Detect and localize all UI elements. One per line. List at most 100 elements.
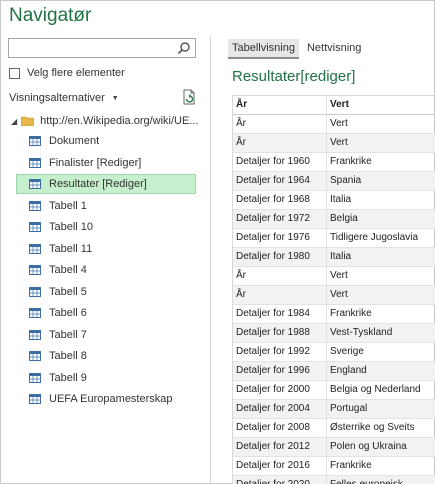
cell-year: År (233, 134, 327, 152)
cell-year: Detaljer for 2016 (233, 457, 327, 475)
search-icon[interactable] (177, 41, 191, 55)
cell-host: Italia (330, 194, 352, 205)
table-row: År Vert (233, 267, 435, 286)
search-box[interactable] (8, 38, 196, 58)
tree-item[interactable]: UEFA Europamesterskap (17, 389, 197, 409)
multi-select-checkbox[interactable] (9, 67, 20, 79)
cell-year: Detaljer for 1996 (233, 362, 327, 380)
table-icon (29, 329, 41, 340)
table-icon (29, 394, 41, 404)
cell-host: Vest-Tyskland (330, 327, 393, 338)
tree-root-label: http://en.Wikipedia.org/wiki/UE... (40, 115, 199, 127)
pane-splitter[interactable] (210, 37, 211, 483)
cell-host: Frankrike (330, 156, 372, 167)
table-row: År Vert (233, 286, 435, 305)
tree-item[interactable]: Tabell 11 (17, 239, 197, 259)
cell-year: Detaljer for 1988 (233, 324, 327, 342)
cell-host: Sverige (330, 346, 364, 357)
cell-year: Detaljer for 1968 (233, 191, 327, 209)
tree-item-label: Tabell 7 (49, 328, 87, 341)
cell-host: England (330, 365, 367, 376)
tree-item-label: Dokument (49, 135, 100, 147)
table-row: Detaljer for 2004 Portugal (233, 400, 435, 419)
cell-year: Detaljer for 2004 (233, 400, 327, 418)
tree-item[interactable]: Finalister [Rediger] (17, 153, 197, 173)
cell-host: Tidligere Jugoslavia (330, 232, 419, 243)
cell-host: Spania (330, 175, 362, 186)
tree-item-label: Tabell 8 (49, 350, 87, 362)
column-header-host[interactable]: Vert (327, 96, 435, 114)
cell-host: Belgia (330, 213, 358, 224)
cell-year: År (233, 286, 327, 304)
cell-year: Detaljer for 1984 (233, 305, 327, 323)
refresh-icon[interactable] (182, 89, 197, 105)
cell-host: Vert (330, 137, 348, 148)
tree-item-label: Tabell 11 (49, 242, 93, 255)
table-row: Detaljer for 2008 Østerrike og Sveits (233, 419, 435, 438)
tab-table-view[interactable]: Tabellvisning (228, 39, 299, 59)
view-options-dropdown[interactable]: Visningsalternativer ▼ (9, 92, 119, 104)
table-row: År Vert (233, 134, 435, 153)
cell-year: Detaljer for 2000 (233, 381, 327, 399)
table-row: Detaljer for 2000 Belgia og Nederland (233, 381, 435, 400)
window-title: Navigatør (9, 5, 92, 26)
tree-item-label: Tabell 10 (49, 221, 94, 233)
table-icon (29, 286, 41, 297)
chevron-down-icon: ▼ (111, 94, 119, 102)
cell-year: Detaljer for 2020 (233, 476, 327, 484)
table-header-row: År Vert (233, 96, 435, 115)
cell-host: Vert (330, 270, 348, 281)
table-icon (29, 265, 41, 275)
cell-year: Detaljer for 1960 (233, 153, 327, 171)
cell-year: År (233, 115, 327, 133)
table-icon (29, 222, 41, 232)
navigator-window: Navigatør Velg flere elementer Visningsa… (0, 0, 435, 484)
cell-host: Felles europeisk (327, 476, 435, 484)
table-icon (29, 179, 41, 189)
multi-select-label: Velg flere elementer (27, 67, 125, 79)
view-options-label: Visningsalternativer (9, 92, 105, 104)
cell-year: Detaljer for 1980 (233, 248, 327, 266)
table-row: Detaljer for 2012 Polen og Ukraina (233, 438, 435, 457)
table-icon (29, 243, 41, 254)
table-row: Detaljer for 1972 Belgia (233, 210, 435, 229)
tree-item[interactable]: Resultater [Rediger] (16, 174, 196, 194)
tree-collapse-icon[interactable]: ◢ (11, 117, 17, 126)
search-input[interactable] (12, 40, 172, 56)
table-row: Detaljer for 1988 Vest-Tyskland (233, 324, 435, 343)
tree-root-node[interactable]: ◢ http://en.Wikipedia.org/wiki/UE... (11, 111, 201, 131)
preview-table: År Vert År Vert År Vert Detaljer for 1960 Fra… (232, 95, 435, 484)
cell-host: Frankrike (330, 460, 372, 471)
tree-item[interactable]: Tabell 1 (17, 196, 197, 216)
tab-web-view[interactable]: Nettvisning (303, 39, 365, 59)
table-row: Detaljer for 2020Felles europeisk (233, 476, 435, 484)
tree-item[interactable]: Dokument (17, 131, 197, 151)
table-row: Detaljer for 2016 Frankrike (233, 457, 435, 476)
multi-select-option[interactable]: Velg flere elementer (9, 67, 125, 79)
tree-item[interactable]: Tabell 10 (17, 217, 197, 237)
tree-item-label: Tabell 6 (49, 307, 87, 319)
tree-item[interactable]: Tabell 6 (17, 303, 197, 323)
cell-year: Detaljer for 1964 (233, 172, 327, 190)
table-row: Detaljer for 1996 England (233, 362, 435, 381)
tree-item[interactable]: Tabell 5 (17, 282, 197, 302)
tree-item[interactable]: Tabell 9 (17, 368, 197, 388)
cell-host: Frankrike (330, 308, 372, 319)
column-header-year[interactable]: År (233, 96, 327, 114)
cell-year: År (233, 267, 327, 285)
tree-item[interactable]: Tabell 4 (17, 260, 197, 280)
cell-year: Detaljer for 1976 (233, 229, 327, 247)
view-tabs: Tabellvisning Nettvisning (228, 39, 369, 59)
tree-item-label: Resultater [Rediger] (49, 178, 147, 190)
table-icon (29, 157, 41, 168)
tree-item[interactable]: Tabell 7 (17, 325, 197, 345)
cell-host: Polen og Ukraina (330, 441, 407, 452)
cell-host: Vert (330, 118, 348, 129)
cell-year: Detaljer for 1992 (233, 343, 327, 361)
folder-icon (21, 116, 35, 126)
cell-host: Italia (330, 251, 352, 262)
table-row: Detaljer for 1968 Italia (233, 191, 435, 210)
cell-host: Portugal (330, 403, 368, 414)
table-icon (29, 308, 41, 318)
tree-item[interactable]: Tabell 8 (17, 346, 197, 366)
